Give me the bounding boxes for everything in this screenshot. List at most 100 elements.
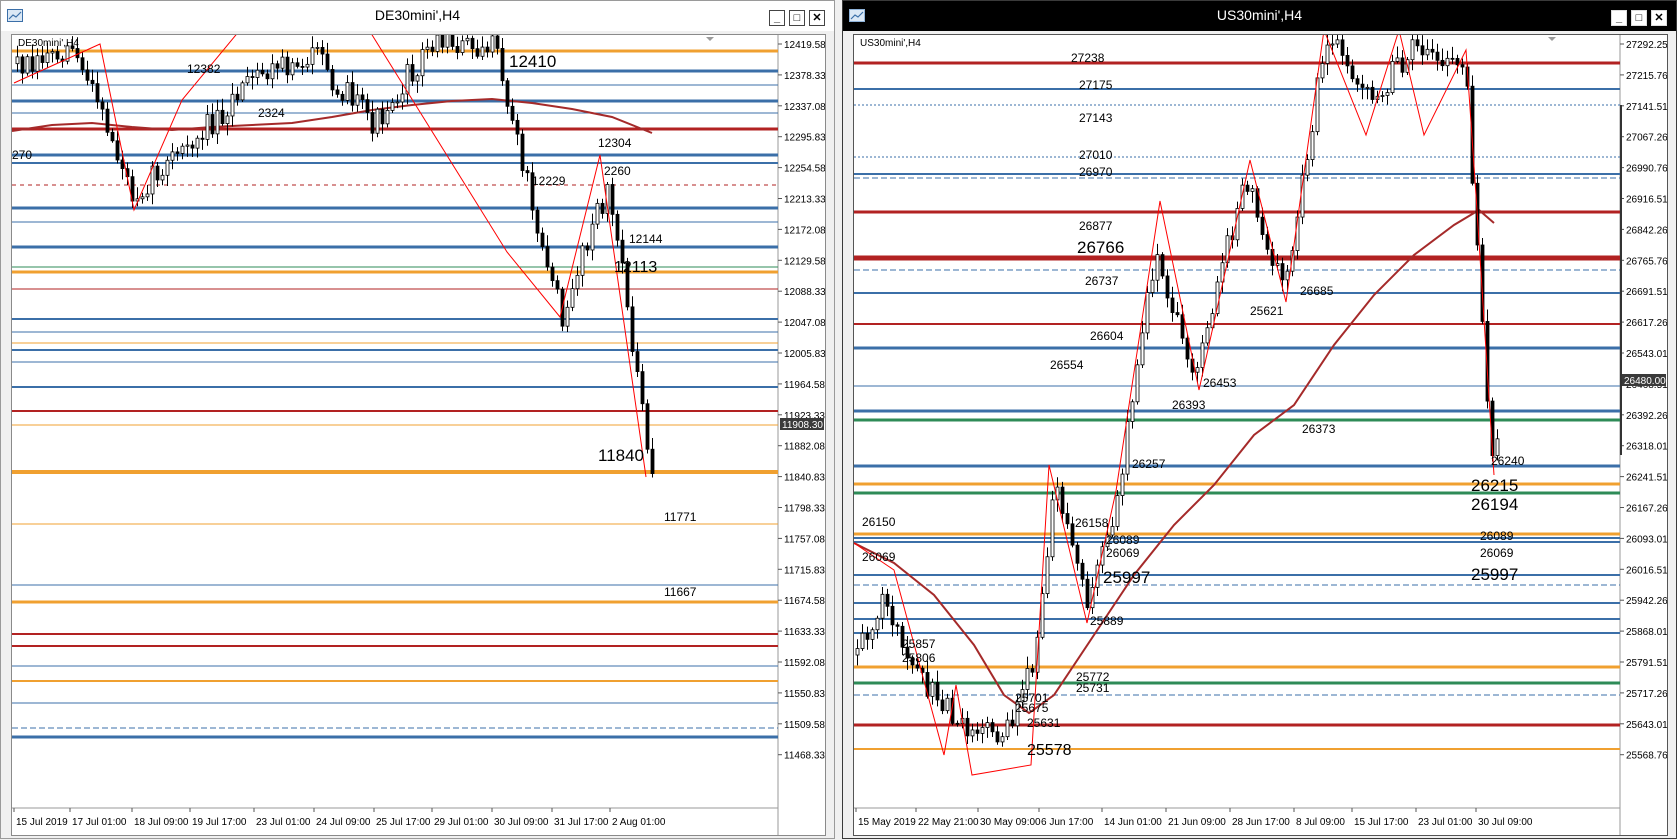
close-button[interactable]: ✕ bbox=[1651, 10, 1667, 26]
candle-body bbox=[860, 632, 865, 649]
price-tick-label: 12254.58 bbox=[784, 164, 825, 175]
price-label: 11840 bbox=[598, 446, 644, 465]
candle-body bbox=[210, 114, 215, 135]
candle-body bbox=[420, 49, 425, 77]
candle-body bbox=[345, 82, 350, 101]
candle-body bbox=[1070, 523, 1075, 546]
candle-body bbox=[540, 232, 545, 247]
candle-body bbox=[1430, 48, 1435, 53]
candle-body bbox=[375, 108, 380, 134]
candle-body bbox=[1360, 83, 1365, 88]
price-tick-label: 26241.51 bbox=[1626, 473, 1667, 484]
candle-body bbox=[400, 93, 405, 103]
candle-body bbox=[1420, 45, 1425, 56]
candle-body bbox=[255, 69, 260, 78]
price-label: 27143 bbox=[1079, 111, 1113, 125]
candle-body bbox=[1120, 473, 1125, 496]
price-label: 25997 bbox=[1103, 568, 1150, 587]
candle-body bbox=[1200, 342, 1205, 368]
candle-body bbox=[1305, 159, 1310, 176]
candle-body bbox=[140, 196, 145, 200]
minimize-button[interactable]: _ bbox=[769, 10, 785, 26]
candle-body bbox=[880, 593, 885, 619]
candle-body bbox=[1045, 556, 1050, 595]
price-tick-label: 26691.51 bbox=[1626, 287, 1667, 298]
candle-body bbox=[315, 46, 320, 49]
candle-body bbox=[1320, 63, 1325, 79]
candle-body bbox=[1125, 421, 1130, 475]
price-chart[interactable]: 270 12382 2324 12410 12304 2260 12229 12144 1211… bbox=[11, 22, 826, 835]
candle-body bbox=[145, 193, 150, 198]
candle-body bbox=[410, 64, 415, 82]
price-tick-label: 26167.26 bbox=[1626, 504, 1667, 515]
candle-body bbox=[650, 448, 655, 474]
close-button[interactable]: ✕ bbox=[809, 10, 825, 26]
candle-body bbox=[110, 131, 115, 142]
candle-body bbox=[1260, 216, 1265, 235]
time-tick-label: 15 May 2019 bbox=[858, 817, 916, 828]
price-label: 26257 bbox=[1132, 457, 1166, 471]
price-label: 12144 bbox=[629, 232, 663, 246]
candle-body bbox=[1155, 254, 1160, 281]
candle-body bbox=[865, 632, 870, 640]
candle-body bbox=[455, 46, 460, 53]
time-tick-label: 28 Jun 17:00 bbox=[1232, 817, 1290, 828]
price-chart[interactable]: 27238 27175 27143 27010 26970 26877 26766 26737… bbox=[853, 28, 1668, 835]
title-bar[interactable]: DE30mini',H4 _ □ ✕ bbox=[1, 1, 834, 31]
candle-body bbox=[1330, 43, 1335, 46]
candle-body bbox=[470, 37, 475, 50]
price-label: 26240 bbox=[1491, 454, 1525, 468]
time-tick-label: 21 Jun 09:00 bbox=[1168, 817, 1226, 828]
candle-body bbox=[385, 109, 390, 125]
time-tick-label: 29 Jul 01:00 bbox=[434, 817, 489, 828]
price-tick-label: 26016.51 bbox=[1626, 565, 1667, 576]
candle-body bbox=[155, 165, 160, 181]
price-chart-area[interactable]: 270 12382 2324 12410 12304 2260 12229 12144 1211… bbox=[11, 22, 826, 836]
candle-body bbox=[965, 717, 970, 737]
candle-body bbox=[240, 82, 245, 101]
candle-body bbox=[225, 115, 230, 125]
price-tick-label: 12088.33 bbox=[784, 287, 825, 298]
price-label: 11771 bbox=[664, 510, 697, 524]
candle-body bbox=[50, 51, 55, 54]
candle-body bbox=[320, 46, 325, 55]
candle-body bbox=[935, 681, 940, 701]
candle-body bbox=[975, 729, 980, 734]
chart-window-us30[interactable]: US30mini',H4 _ □ ✕ 27238 27175 27143 27010 2… bbox=[842, 0, 1677, 839]
maximize-button[interactable]: □ bbox=[1631, 10, 1647, 26]
candle-body bbox=[1170, 297, 1175, 313]
price-label: 26877 bbox=[1079, 219, 1113, 233]
symbol-label: US30mini',H4 bbox=[860, 38, 921, 49]
candle-body bbox=[915, 664, 920, 669]
candle-body bbox=[1285, 270, 1290, 281]
price-tick-label: 11757.08 bbox=[784, 534, 825, 545]
price-tick-label: 12005.83 bbox=[784, 349, 825, 360]
candle-body bbox=[380, 108, 385, 125]
candle-body bbox=[160, 174, 165, 181]
candle-body bbox=[1370, 86, 1375, 100]
candle-body bbox=[1130, 401, 1135, 422]
candle-body bbox=[95, 83, 100, 103]
candle-body bbox=[980, 727, 985, 734]
candle-body bbox=[1450, 57, 1455, 60]
maximize-button[interactable]: □ bbox=[789, 10, 805, 26]
price-label: 27175 bbox=[1079, 78, 1113, 92]
candle-body bbox=[430, 46, 435, 52]
candle-body bbox=[1010, 719, 1015, 727]
candle-body bbox=[1065, 513, 1070, 525]
candle-body bbox=[985, 722, 990, 728]
candle-body bbox=[1005, 719, 1010, 738]
title-bar[interactable]: US30mini',H4 _ □ ✕ bbox=[843, 1, 1676, 31]
candle-body bbox=[525, 170, 530, 174]
price-tick-label: 26093.01 bbox=[1626, 534, 1667, 545]
price-tick-label: 11592.08 bbox=[784, 658, 825, 669]
time-tick-label: 15 Jul 17:00 bbox=[1354, 817, 1409, 828]
minimize-button[interactable]: _ bbox=[1611, 10, 1627, 26]
price-tick-label: 27067.26 bbox=[1626, 133, 1667, 144]
price-chart-area[interactable]: 27238 27175 27143 27010 26970 26877 26766 26737… bbox=[853, 28, 1668, 836]
candle-body bbox=[45, 52, 50, 63]
chart-window-de30[interactable]: DE30mini',H4 _ □ ✕ 270 12382 2324 12410 1230… bbox=[0, 0, 835, 839]
price-tick-label: 26990.76 bbox=[1626, 164, 1667, 175]
price-label: 26685 bbox=[1300, 284, 1334, 298]
price-tick-label: 11964.58 bbox=[784, 380, 825, 391]
